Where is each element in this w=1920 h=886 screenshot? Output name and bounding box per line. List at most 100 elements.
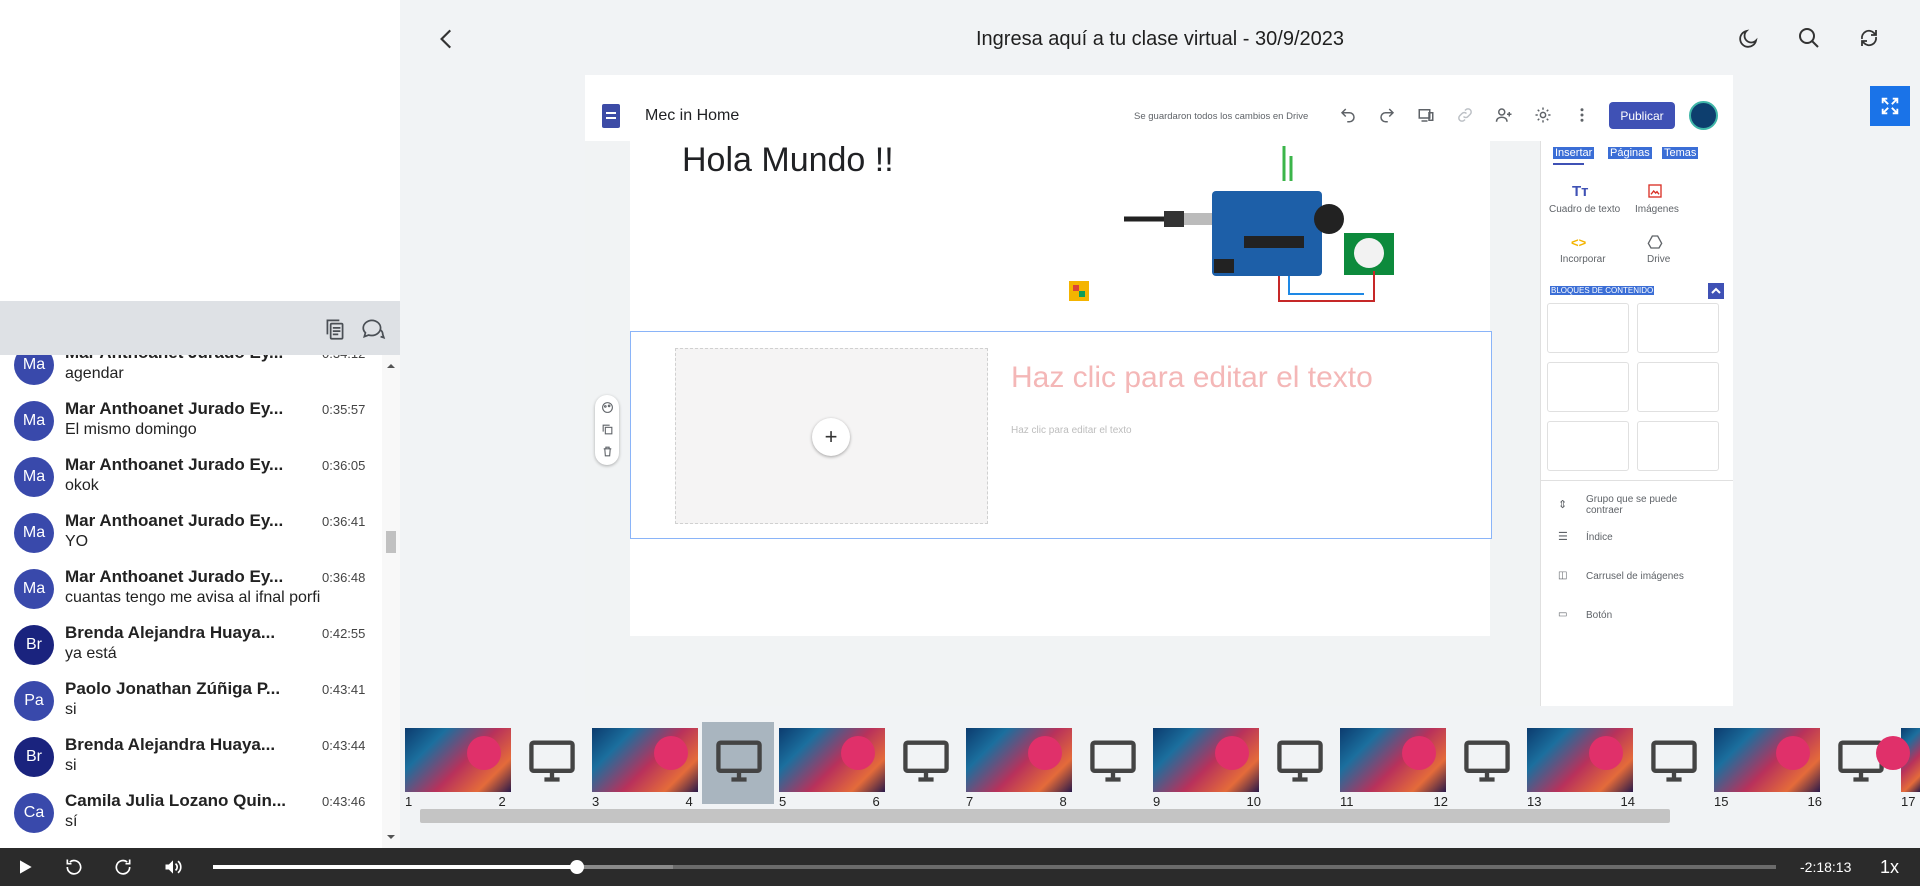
layout-block-6[interactable] [1637, 421, 1719, 471]
insert-text-box[interactable]: Cuadro de texto [1549, 204, 1620, 215]
layout-block-1[interactable] [1547, 303, 1629, 353]
chat-text: agendar [65, 365, 124, 382]
thumbnail-number: 12 [1433, 794, 1448, 809]
slide-thumbnail[interactable] [1153, 728, 1259, 792]
playback-speed-button[interactable]: 1x [1880, 857, 1899, 878]
dark-mode-icon[interactable] [1737, 26, 1763, 52]
placeholder-title[interactable]: Haz clic para editar el texto [1011, 361, 1373, 395]
chat-timestamp[interactable]: 0:34:12 [322, 355, 365, 361]
search-icon[interactable] [1797, 26, 1823, 52]
preview-devices-icon[interactable] [1417, 106, 1435, 124]
scroll-down-icon[interactable] [386, 832, 396, 842]
monitor-icon [1650, 740, 1697, 782]
chat-timestamp[interactable]: 0:35:57 [322, 402, 365, 417]
selected-section[interactable]: + Haz clic para editar el texto Haz clic… [630, 331, 1492, 539]
site-name[interactable]: Mec in Home [645, 107, 739, 125]
tab-insert[interactable]: Insertar [1553, 147, 1595, 159]
slide-logo [467, 736, 501, 770]
settings-icon[interactable] [1534, 106, 1552, 124]
monitor-icon [1089, 740, 1136, 782]
tab-pages[interactable]: Páginas [1608, 147, 1652, 159]
chat-author: Brenda Alejandra Huaya... [65, 623, 276, 642]
palette-icon[interactable] [601, 401, 614, 419]
layout-block-3[interactable] [1547, 362, 1629, 412]
thumbnail-number: 3 [592, 794, 600, 809]
slide-thumbnail[interactable] [405, 728, 511, 792]
undo-icon[interactable] [1339, 106, 1357, 124]
slide-thumbnail[interactable] [1527, 728, 1633, 792]
chat-timestamp[interactable]: 0:36:05 [322, 458, 365, 473]
component-button[interactable]: Botón [1586, 610, 1612, 621]
slide-thumbnail[interactable] [1876, 728, 1920, 792]
page-title: Ingresa aquí a tu clase virtual - 30/9/2… [975, 27, 1344, 50]
chat-bubbles-icon[interactable] [360, 316, 386, 342]
volume-icon[interactable] [163, 857, 183, 877]
slide-logo [1215, 736, 1249, 770]
chat-scroll-thumb[interactable] [386, 531, 396, 553]
fullscreen-icon [1881, 97, 1899, 115]
thumbnail-number: 13 [1527, 794, 1542, 809]
thumbnail-number: 1 [405, 794, 413, 809]
screen-thumbnail[interactable] [709, 728, 769, 792]
publish-button[interactable]: Publicar [1609, 102, 1675, 129]
duplicate-icon[interactable] [601, 423, 614, 441]
scroll-up-icon[interactable] [386, 361, 396, 371]
images-icon [1647, 183, 1663, 204]
avatar: Br [14, 625, 54, 665]
copy-icon[interactable] [322, 316, 348, 342]
share-person-icon[interactable] [1495, 106, 1513, 124]
screen-thumbnail[interactable] [1270, 728, 1330, 792]
slide-thumbnail[interactable] [779, 728, 885, 792]
page-heading[interactable]: Hola Mundo !! [682, 141, 894, 180]
placeholder-body[interactable]: Haz clic para editar el texto [1011, 425, 1132, 436]
component-carousel[interactable]: Carrusel de imágenes [1586, 571, 1684, 582]
chat-timestamp[interactable]: 0:36:48 [322, 570, 365, 585]
component-toc[interactable]: Índice [1586, 532, 1613, 543]
slide-thumbnail[interactable] [592, 728, 698, 792]
content-blocks-label: BLOQUES DE CONTENIDO [1550, 286, 1655, 295]
delete-icon[interactable] [601, 445, 614, 463]
swap-layout-icon[interactable] [1857, 26, 1883, 52]
screen-thumbnail[interactable] [522, 728, 582, 792]
chat-timestamp[interactable]: 0:43:44 [322, 738, 365, 753]
account-avatar[interactable] [1689, 101, 1718, 130]
insert-embed[interactable]: Incorporar [1560, 254, 1606, 265]
screen-thumbnail[interactable] [1083, 728, 1143, 792]
chat-timestamp[interactable]: 0:43:41 [322, 682, 365, 697]
chat-timestamp[interactable]: 0:42:55 [322, 626, 365, 641]
screen-thumbnail[interactable] [896, 728, 956, 792]
layout-block-5[interactable] [1547, 421, 1629, 471]
chat-message: Br Brenda Alejandra Huaya... 0:43:44 si [0, 730, 382, 786]
fullscreen-button[interactable] [1870, 86, 1910, 126]
forward-icon[interactable] [113, 857, 133, 877]
chat-timestamp[interactable]: 0:36:41 [322, 514, 365, 529]
insert-images[interactable]: Imágenes [1635, 204, 1679, 215]
more-vert-icon[interactable] [1573, 106, 1591, 124]
progress-bar[interactable] [213, 860, 1776, 874]
tab-themes[interactable]: Temas [1662, 147, 1699, 159]
layout-block-4[interactable] [1637, 362, 1719, 412]
slide-thumbnail[interactable] [966, 728, 1072, 792]
chat-timestamp[interactable]: 0:43:46 [322, 794, 365, 809]
slide-thumbnail[interactable] [1714, 728, 1820, 792]
chat-text: okok [65, 477, 99, 494]
image-placeholder[interactable]: + [675, 348, 988, 524]
rewind-icon[interactable] [64, 857, 84, 877]
progress-knob[interactable] [570, 860, 585, 874]
play-icon[interactable] [15, 857, 35, 877]
component-collapsible-group[interactable]: Grupo que se puede contraer [1586, 494, 1716, 516]
add-image-button[interactable]: + [812, 418, 850, 456]
monitor-icon [528, 740, 575, 782]
slide-thumbnail[interactable] [1340, 728, 1446, 792]
screen-thumbnail[interactable] [1644, 728, 1704, 792]
screen-thumbnail[interactable] [1457, 728, 1517, 792]
redo-icon[interactable] [1378, 106, 1396, 124]
chat-scrollbar[interactable] [382, 355, 400, 848]
filmstrip-scrollbar[interactable] [420, 809, 1670, 823]
insert-drive[interactable]: Drive [1647, 254, 1670, 265]
collapse-blocks-icon[interactable] [1708, 283, 1724, 299]
tab-underline [1553, 163, 1584, 165]
arduino-image[interactable] [1069, 141, 1445, 314]
layout-block-2[interactable] [1637, 303, 1719, 353]
link-icon[interactable] [1456, 106, 1474, 124]
